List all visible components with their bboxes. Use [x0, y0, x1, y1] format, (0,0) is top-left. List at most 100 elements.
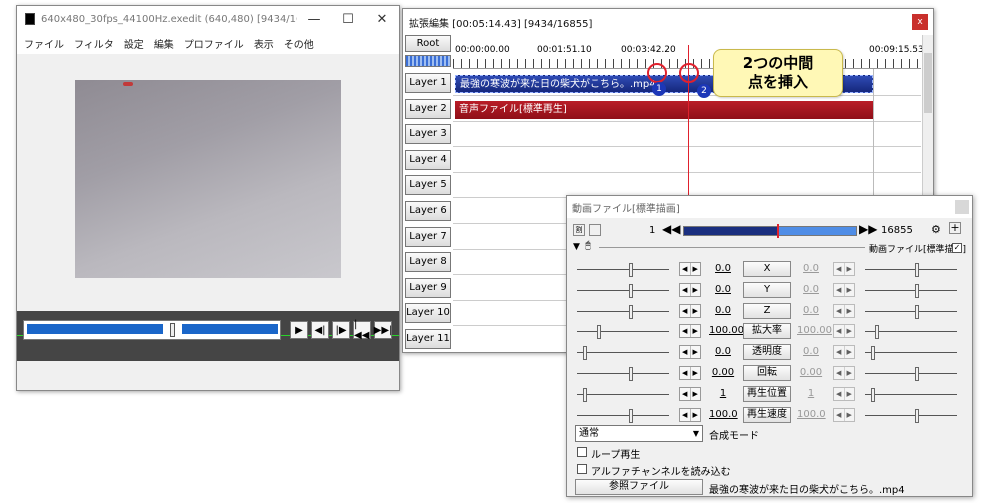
play-position-start-thumb[interactable]: [583, 387, 587, 402]
increment-icon[interactable]: ▶: [691, 305, 701, 317]
go-end-button[interactable]: ▶▶|: [374, 321, 392, 339]
menu-profile[interactable]: プロファイル: [184, 36, 244, 51]
increment-icon[interactable]: ▶: [845, 325, 855, 337]
menu-filter[interactable]: フィルタ: [74, 36, 114, 51]
z-end-slider[interactable]: [865, 304, 957, 319]
increment-icon[interactable]: ▶: [845, 263, 855, 275]
play-speed-end-value[interactable]: 100.0: [797, 409, 826, 420]
decrement-icon[interactable]: ◀: [834, 346, 845, 359]
increment-icon[interactable]: ▶: [845, 388, 855, 400]
x-end-slider[interactable]: [865, 263, 957, 277]
rotation-end-value[interactable]: 0.00: [797, 367, 825, 378]
layer-7-button[interactable]: Layer 7: [405, 227, 451, 247]
layer-10-button[interactable]: Layer 10: [405, 303, 451, 323]
blend-mode-select[interactable]: 通常 ▼: [575, 425, 703, 442]
scale-start-value[interactable]: 100.00: [709, 325, 744, 336]
increment-icon[interactable]: ▶: [845, 305, 855, 317]
play-speed-start-thumb[interactable]: [629, 408, 633, 423]
menu-file[interactable]: ファイル: [24, 36, 64, 51]
settings-icon[interactable]: ⚙: [931, 223, 941, 236]
layer-1-button[interactable]: Layer 1: [405, 73, 451, 93]
play-position-start-stepper[interactable]: ◀ ▶: [679, 386, 701, 401]
play-speed-param-button[interactable]: 再生速度: [743, 406, 791, 423]
play-position-end-value[interactable]: 1: [797, 388, 825, 399]
play-speed-start-value[interactable]: 100.0: [709, 409, 738, 420]
z-end-value[interactable]: 0.0: [797, 305, 825, 316]
y-end-slider[interactable]: [865, 283, 957, 298]
root-button[interactable]: Root: [405, 35, 451, 52]
close-button[interactable]: ✕: [365, 12, 399, 27]
zoom-scale-bar[interactable]: [405, 55, 451, 67]
rotation-end-slider[interactable]: [865, 367, 957, 381]
y-end-value[interactable]: 0.0: [797, 284, 825, 295]
filter-enable-checkbox[interactable]: ✓: [952, 243, 962, 253]
decrement-icon[interactable]: ◀: [834, 263, 845, 275]
decrement-icon[interactable]: ◀: [680, 387, 691, 400]
play-position-start-value[interactable]: 1: [709, 388, 737, 399]
rotation-start-stepper[interactable]: ◀ ▶: [679, 366, 701, 380]
decrement-icon[interactable]: ◀: [680, 367, 691, 379]
decrement-icon[interactable]: ◀: [834, 283, 845, 296]
increment-icon[interactable]: ▶: [845, 346, 855, 358]
menu-edit[interactable]: 編集: [154, 36, 174, 51]
opacity-end-stepper[interactable]: ◀ ▶: [833, 345, 855, 360]
layer-11-button[interactable]: Layer 11: [405, 329, 451, 349]
play-position-param-button[interactable]: 再生位置: [743, 385, 791, 402]
y-start-slider[interactable]: [577, 283, 669, 298]
increment-icon[interactable]: ▶: [691, 367, 701, 379]
decrement-icon[interactable]: ◀: [834, 408, 845, 421]
opacity-end-slider[interactable]: [865, 346, 957, 361]
z-end-thumb[interactable]: [915, 304, 919, 319]
decrement-icon[interactable]: ◀: [680, 325, 691, 338]
play-speed-end-slider[interactable]: [865, 408, 957, 423]
x-start-slider[interactable]: [577, 263, 669, 277]
rotation-start-thumb[interactable]: [629, 367, 633, 381]
snapshot-icon[interactable]: [589, 224, 601, 236]
x-start-value[interactable]: 0.0: [709, 263, 737, 274]
layer-9-button[interactable]: Layer 9: [405, 278, 451, 298]
layer-5-button[interactable]: Layer 5: [405, 175, 451, 195]
opacity-end-thumb[interactable]: [871, 346, 875, 361]
opacity-param-button[interactable]: 透明度: [743, 344, 791, 361]
seek-bar[interactable]: [23, 320, 281, 340]
scale-start-slider[interactable]: [577, 325, 669, 340]
split-icon[interactable]: 割: [573, 224, 585, 236]
x-end-thumb[interactable]: [915, 263, 919, 277]
loop-checkbox[interactable]: [577, 447, 587, 457]
z-param-button[interactable]: Z: [743, 302, 791, 319]
next-frame-button[interactable]: |▶: [332, 321, 350, 339]
play-position-end-slider[interactable]: [865, 387, 957, 402]
y-start-thumb[interactable]: [629, 283, 633, 298]
z-start-slider[interactable]: [577, 304, 669, 319]
layer-6-button[interactable]: Layer 6: [405, 201, 451, 221]
play-speed-end-thumb[interactable]: [915, 408, 919, 423]
collapse-icon[interactable]: ▼: [573, 242, 580, 252]
z-start-thumb[interactable]: [629, 304, 633, 319]
rewind-icon[interactable]: ◀◀: [662, 222, 680, 236]
midpoint-marker-1[interactable]: [647, 63, 667, 83]
increment-icon[interactable]: ▶: [691, 284, 701, 296]
increment-icon[interactable]: ▶: [691, 325, 701, 337]
opacity-start-thumb[interactable]: [583, 346, 587, 361]
properties-window-button[interactable]: [955, 200, 969, 214]
alpha-checkbox[interactable]: [577, 464, 587, 474]
increment-icon[interactable]: ▶: [845, 409, 855, 421]
increment-icon[interactable]: ▶: [691, 263, 701, 275]
go-start-button[interactable]: |◀◀: [353, 319, 371, 341]
seek-thumb[interactable]: [170, 323, 175, 337]
y-start-stepper[interactable]: ◀ ▶: [679, 282, 701, 297]
decrement-icon[interactable]: ◀: [680, 304, 691, 317]
timeline-close-button[interactable]: x: [912, 14, 928, 30]
maximize-button[interactable]: ☐: [331, 12, 365, 27]
play-position-end-stepper[interactable]: ◀ ▶: [833, 386, 855, 401]
play-position-start-slider[interactable]: [577, 387, 669, 402]
z-start-stepper[interactable]: ◀ ▶: [679, 303, 701, 318]
opacity-start-slider[interactable]: [577, 346, 669, 361]
rotation-param-button[interactable]: 回転: [743, 365, 791, 381]
decrement-icon[interactable]: ◀: [834, 387, 845, 400]
reference-file-button[interactable]: 参照ファイル: [575, 479, 703, 495]
midpoint-marker-2[interactable]: [679, 63, 699, 83]
z-start-value[interactable]: 0.0: [709, 305, 737, 316]
x-end-stepper[interactable]: ◀ ▶: [833, 262, 855, 276]
scale-start-thumb[interactable]: [597, 325, 601, 340]
